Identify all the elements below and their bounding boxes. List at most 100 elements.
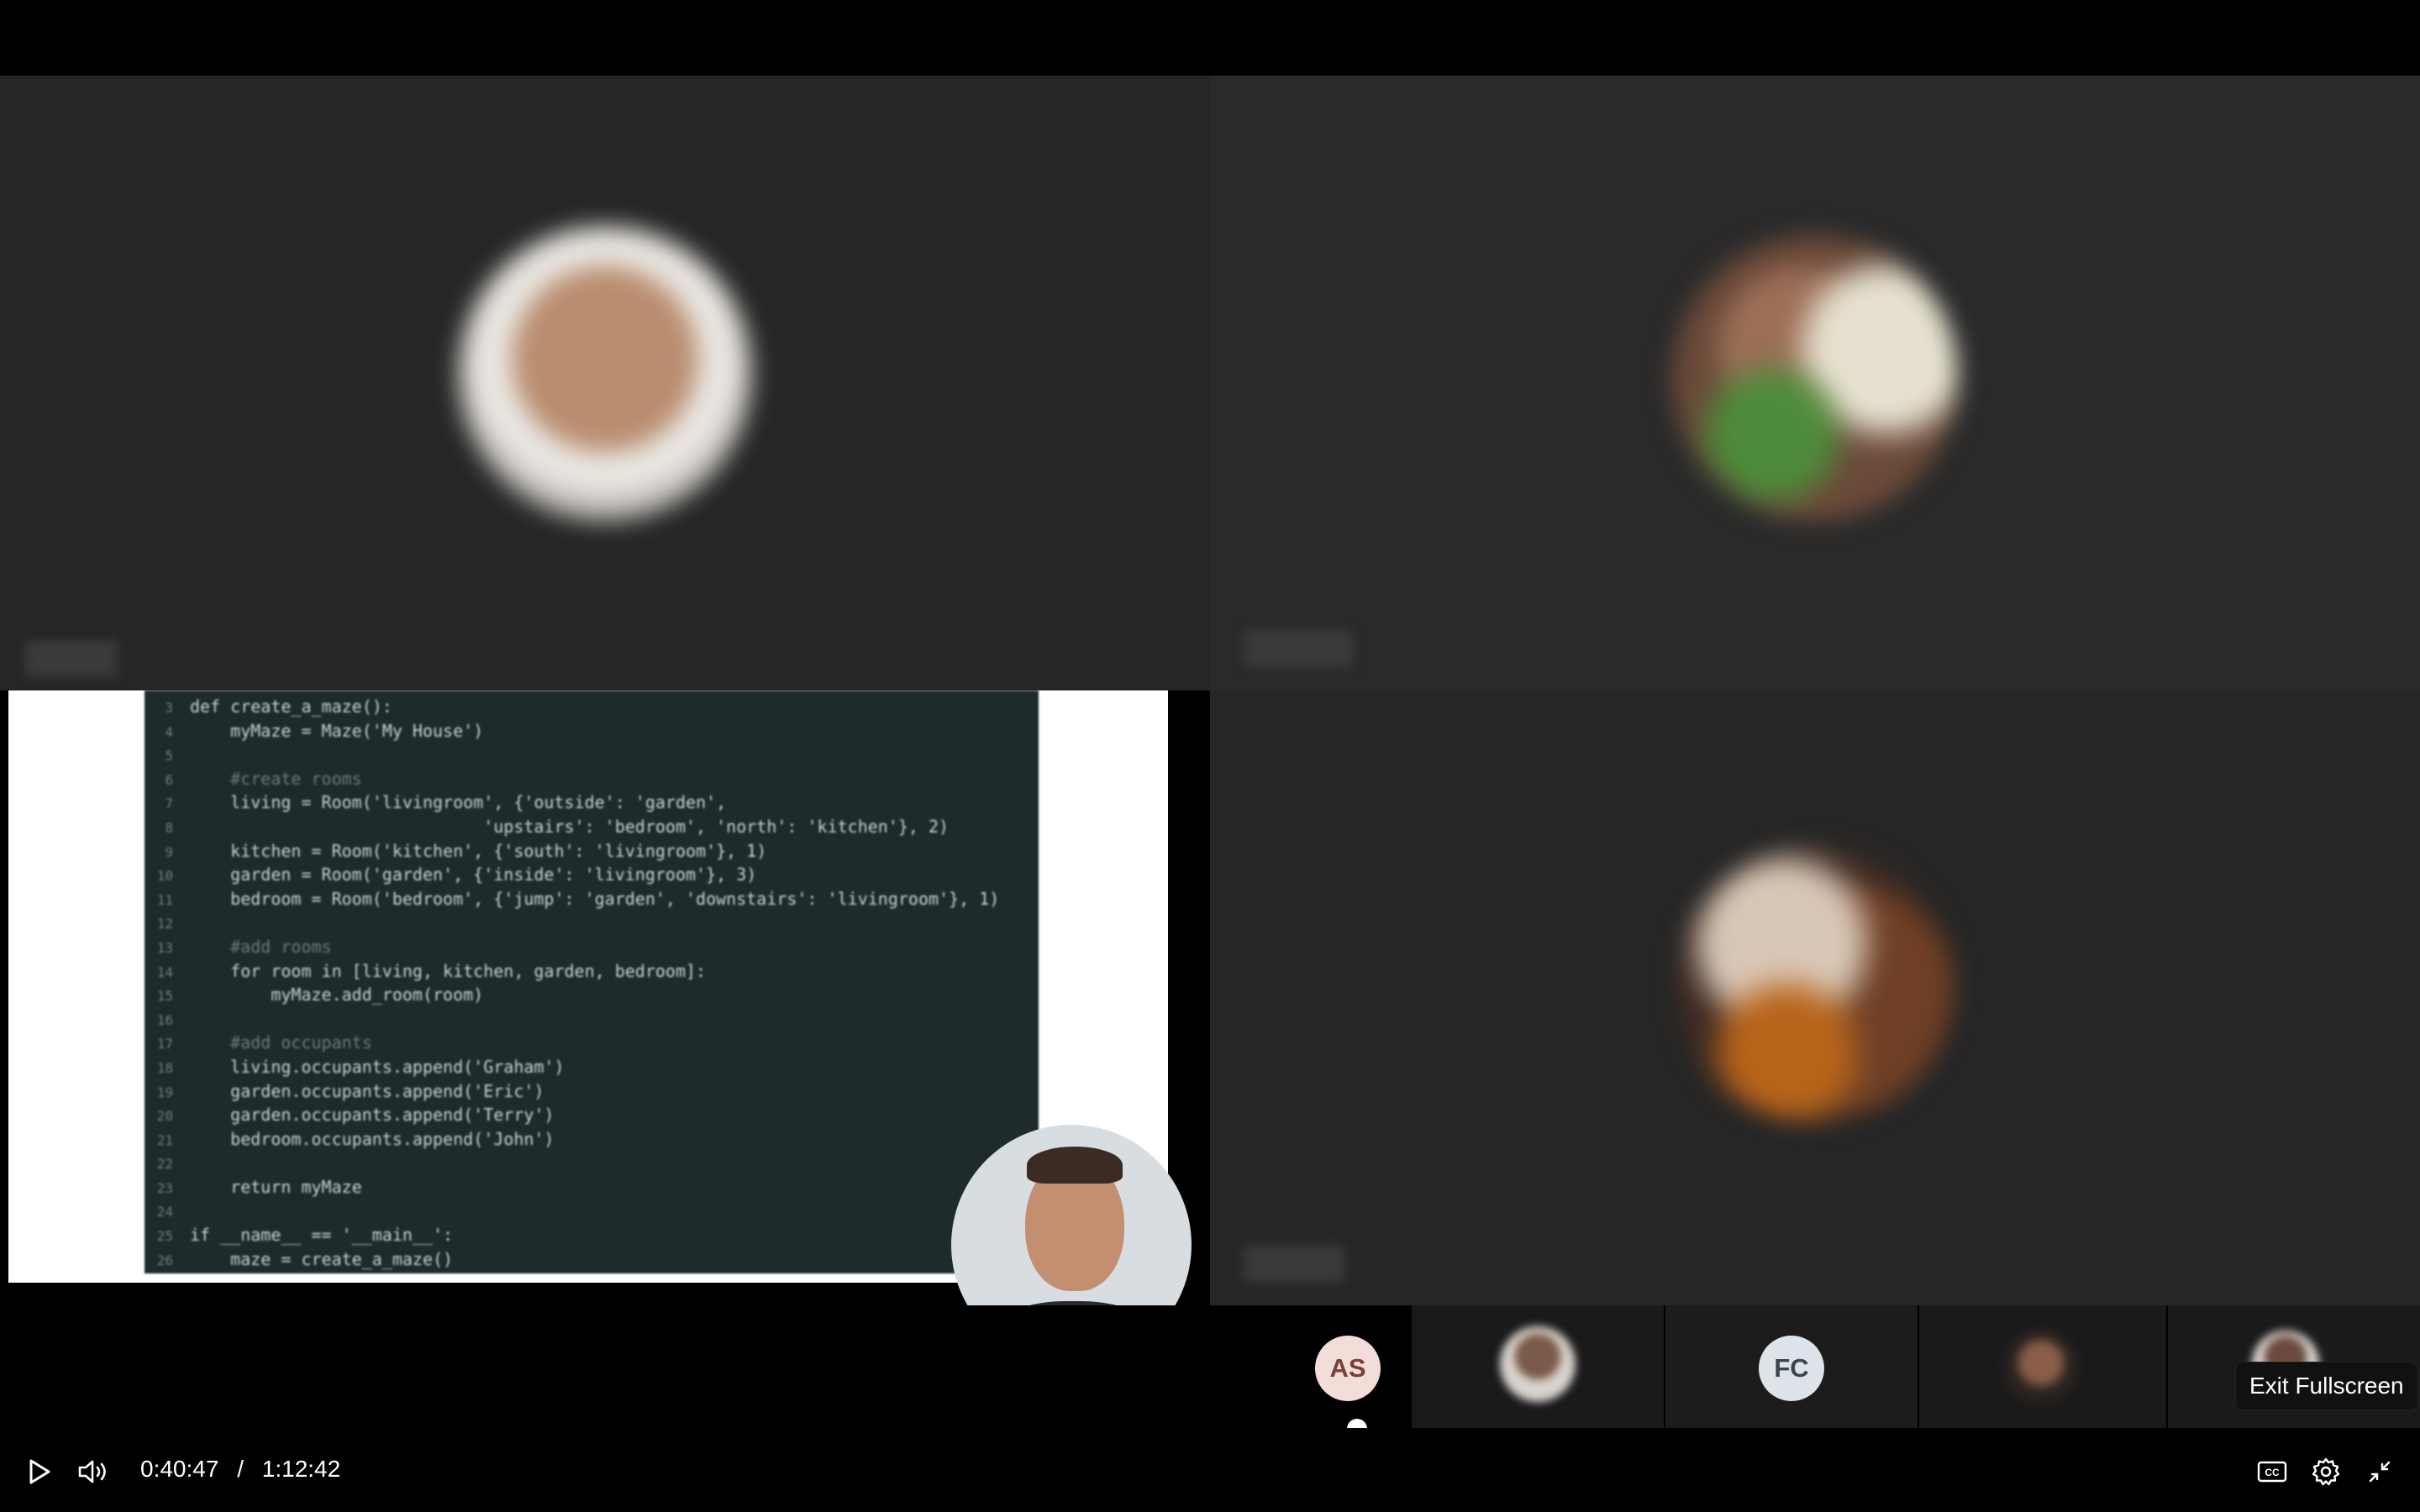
participant-initials-avatar: FC: [1759, 1336, 1824, 1401]
participant-tile-bottom-right: [1210, 690, 2420, 1305]
code-line-number: 11: [156, 891, 173, 908]
screen-share-tile: 3 def create_a_maze(): 4 myMaze = Maze('My…: [0, 690, 1210, 1305]
participant-tile-top-left: [0, 76, 1210, 690]
code-line-text: myMaze = Maze('My House'): [190, 720, 484, 741]
code-line-text: bedroom.occupants.append('John'): [190, 1128, 555, 1149]
participant-thumbnail[interactable]: [1412, 1305, 1664, 1430]
code-line-text: garden.occupants.append('Eric'): [190, 1080, 544, 1101]
code-line-number: 4: [165, 723, 173, 740]
code-line-text: for room in [living, kitchen, garden, be…: [190, 960, 707, 981]
code-line-number: 22: [156, 1156, 173, 1173]
code-line-number: 19: [156, 1084, 173, 1100]
code-line-number: 13: [156, 939, 173, 956]
code-line: 7 living = Room('livingroom', {'outside'…: [145, 791, 1039, 816]
code-line-number: 12: [156, 916, 173, 932]
code-line-text: living.occupants.append('Graham'): [190, 1056, 565, 1077]
code-line-text: def create_a_maze():: [190, 696, 392, 717]
code-line: 13 #add rooms: [145, 936, 1039, 960]
code-line-number: 8: [165, 819, 173, 836]
participant-avatar: [1500, 1326, 1576, 1402]
code-line: 17 #add occupants: [145, 1032, 1039, 1056]
code-line: 11 bedroom = Room('bedroom', {'jump': 'g…: [145, 888, 1039, 912]
exit-fullscreen-tooltip: Exit Fullscreen: [2236, 1362, 2417, 1410]
play-button[interactable]: [14, 1446, 65, 1497]
code-line: 23 return myMaze: [145, 1176, 1039, 1200]
time-display: 0:40:47 / 1:12:42: [140, 1456, 340, 1483]
participant-tile-top-right: [1210, 76, 2420, 690]
code-line-number: 17: [156, 1036, 173, 1053]
code-line-number: 9: [165, 843, 173, 860]
speaker-hair: [1027, 1147, 1123, 1184]
code-line-text: living = Room('livingroom', {'outside': …: [190, 792, 727, 813]
participant-thumbnail[interactable]: FC: [1665, 1305, 1918, 1430]
participant-avatar: [2003, 1329, 2079, 1404]
svg-text:CC: CC: [2265, 1467, 2280, 1478]
shared-code-editor: 3 def create_a_maze(): 4 myMaze = Maze('My…: [145, 690, 1039, 1273]
participant-avatar: [1672, 235, 1958, 521]
play-icon: [29, 1459, 50, 1484]
code-line: 4 myMaze = Maze('My House'): [145, 720, 1039, 744]
current-time: 0:40:47: [140, 1456, 219, 1482]
code-line-number: 3: [165, 700, 173, 716]
code-line: 18 living.occupants.append('Graham'): [145, 1056, 1039, 1080]
code-line-number: 20: [156, 1108, 173, 1125]
code-line-number: 5: [165, 748, 173, 764]
code-line: 26 maze = create_a_maze(): [145, 1248, 1039, 1273]
code-line-number: 25: [156, 1228, 173, 1245]
code-line: 14 for room in [living, kitchen, garden,…: [145, 960, 1039, 984]
exit-fullscreen-button[interactable]: [2354, 1446, 2405, 1497]
gear-icon: [2312, 1457, 2340, 1486]
settings-button[interactable]: [2301, 1446, 2351, 1497]
code-line-number: 21: [156, 1131, 173, 1148]
participant-avatar: [1676, 846, 1954, 1123]
code-line: 20 garden.occupants.append('Terry'): [145, 1104, 1039, 1128]
duration: 1:12:42: [261, 1456, 341, 1482]
volume-button[interactable]: [69, 1446, 119, 1497]
code-line-number: 14: [156, 963, 173, 980]
code-line: 16: [145, 1008, 1039, 1032]
participant-name-label: [1244, 630, 1353, 667]
closed-captions-icon: CC: [2257, 1461, 2287, 1483]
code-line-text: #add occupants: [190, 1032, 372, 1053]
code-line: 9 kitchen = Room('kitchen', {'south': 'l…: [145, 840, 1039, 864]
time-separator: /: [237, 1456, 244, 1482]
code-line: 10 garden = Room('garden', {'inside': 'l…: [145, 864, 1039, 888]
code-line-text: myMaze.add_room(room): [190, 984, 484, 1005]
participant-name-label: [25, 640, 118, 677]
participant-avatar: [458, 227, 752, 521]
participant-thumbnail[interactable]: [1919, 1305, 2166, 1430]
code-line: 25 if __name__ == '__main__':: [145, 1224, 1039, 1248]
code-line-text: garden = Room('garden', {'inside': 'livi…: [190, 864, 757, 885]
code-line: 15 myMaze.add_room(room): [145, 984, 1039, 1008]
code-line: 12: [145, 911, 1039, 936]
code-line-text: #add rooms: [190, 936, 332, 957]
player-controls: 0:40:47 / 1:12:42 CC: [0, 1428, 2420, 1512]
code-line-text: kitchen = Room('kitchen', {'south': 'liv…: [190, 840, 767, 861]
code-line: 5: [145, 743, 1039, 768]
code-line-number: 16: [156, 1011, 173, 1028]
code-line: 24: [145, 1200, 1039, 1224]
code-line: 3 def create_a_maze():: [145, 696, 1039, 720]
code-line-number: 15: [156, 988, 173, 1005]
code-line-text: bedroom = Room('bedroom', {'jump': 'gard…: [190, 888, 1000, 909]
code-line-number: 23: [156, 1179, 173, 1196]
code-line: 8 'upstairs': 'bedroom', 'north': 'kitch…: [145, 816, 1039, 840]
code-line: 19 garden.occupants.append('Eric'): [145, 1080, 1039, 1105]
exit-fullscreen-icon: [2369, 1461, 2391, 1483]
top-bar: [0, 0, 2420, 76]
participant-strip: AS FC: [0, 1305, 2420, 1430]
code-line: 22: [145, 1152, 1039, 1176]
code-line-text: maze = create_a_maze(): [190, 1248, 454, 1269]
participant-initials-avatar[interactable]: AS: [1315, 1336, 1381, 1401]
captions-button[interactable]: CC: [2247, 1446, 2297, 1497]
code-line-text: return myMaze: [190, 1176, 362, 1197]
volume-icon: [78, 1460, 106, 1483]
code-line-number: 10: [156, 868, 173, 885]
code-line-text: garden.occupants.append('Terry'): [190, 1105, 555, 1126]
code-line: 6 #create rooms: [145, 768, 1039, 792]
code-line-text: if __name__ == '__main__':: [190, 1225, 454, 1246]
code-line: 21 bedroom.occupants.append('John'): [145, 1128, 1039, 1152]
code-line-number: 6: [165, 771, 173, 788]
code-line-number: 26: [156, 1252, 173, 1268]
code-line-number: 18: [156, 1059, 173, 1076]
